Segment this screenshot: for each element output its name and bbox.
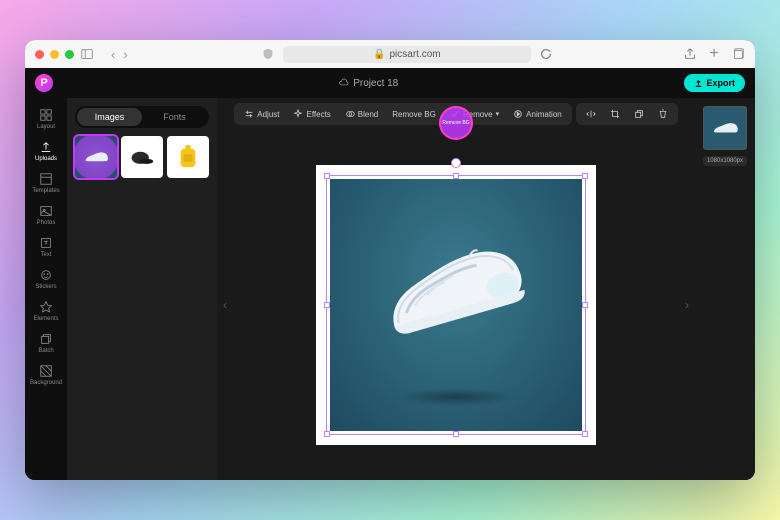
canvas-area: Adjust Effects Blend Remove BG Remove▾ A… <box>217 98 695 480</box>
handle-br[interactable] <box>582 431 588 437</box>
shoe-graphic <box>362 222 542 360</box>
rail-stickers[interactable]: Stickers <box>25 264 67 294</box>
effects-button[interactable]: Effects <box>287 106 336 122</box>
layer-thumbnail[interactable] <box>703 106 747 150</box>
handle-r[interactable] <box>582 302 588 308</box>
adjust-button[interactable]: Adjust <box>238 106 285 122</box>
blend-button[interactable]: Blend <box>339 106 384 122</box>
canvas-dimensions: 1080x1080px <box>703 156 747 166</box>
thumb-shoe[interactable] <box>75 136 117 178</box>
rail-uploads[interactable]: Uploads <box>25 136 67 166</box>
plus-icon[interactable]: + <box>707 47 721 61</box>
main-area: Layout Uploads Templates Photos Text Sti… <box>25 98 755 480</box>
rail-templates[interactable]: Templates <box>25 168 67 198</box>
tab-images[interactable]: Images <box>77 108 142 126</box>
handle-b[interactable] <box>453 431 459 437</box>
minimize-icon[interactable] <box>50 50 59 59</box>
prev-page-icon[interactable]: ‹ <box>223 298 227 312</box>
back-icon[interactable]: ‹ <box>108 47 118 62</box>
nav-arrows: ‹ › <box>108 47 131 62</box>
tabs-icon[interactable] <box>731 47 745 61</box>
url-bar[interactable]: 🔒 picsart.com <box>283 46 531 63</box>
forward-icon[interactable]: › <box>120 47 130 62</box>
layers-panel: 1080x1080px <box>695 98 755 480</box>
project-title[interactable]: Project 18 <box>339 78 398 89</box>
lock-icon: 🔒 <box>373 49 385 60</box>
rail-background[interactable]: Background <box>25 360 67 390</box>
uploads-panel: Images Fonts <box>67 98 217 480</box>
handle-bl[interactable] <box>324 431 330 437</box>
thumb-cap[interactable] <box>121 136 163 178</box>
app-header: P Project 18 Export <box>25 68 755 98</box>
rotate-handle[interactable] <box>451 158 461 168</box>
traffic-lights <box>35 50 74 59</box>
thumb-backpack[interactable] <box>167 136 209 178</box>
duplicate-button[interactable] <box>628 106 650 122</box>
canvas-image[interactable] <box>330 179 582 431</box>
artboard[interactable] <box>316 165 596 445</box>
left-rail: Layout Uploads Templates Photos Text Sti… <box>25 98 67 480</box>
flip-button[interactable] <box>580 106 602 122</box>
close-icon[interactable] <box>35 50 44 59</box>
export-icon <box>694 79 703 88</box>
panel-tabs: Images Fonts <box>75 106 209 128</box>
share-icon[interactable] <box>683 47 697 61</box>
tutorial-highlight: Remove BG <box>439 106 473 140</box>
rail-elements[interactable]: Elements <box>25 296 67 326</box>
removebg-button[interactable]: Remove BG <box>386 107 442 122</box>
picsart-logo[interactable]: P <box>35 74 53 92</box>
crop-button[interactable] <box>604 106 626 122</box>
shield-icon[interactable] <box>261 47 275 61</box>
handle-tr[interactable] <box>582 173 588 179</box>
browser-window: ‹ › 🔒 picsart.com + P Project 18 Export <box>25 40 755 480</box>
next-page-icon[interactable]: › <box>685 298 689 312</box>
sidebar-toggle-icon[interactable] <box>80 47 94 61</box>
maximize-icon[interactable] <box>65 50 74 59</box>
rail-layout[interactable]: Layout <box>25 104 67 134</box>
animation-button[interactable]: Animation <box>507 106 568 122</box>
context-toolbar: Adjust Effects Blend Remove BG Remove▾ A… <box>217 98 695 130</box>
delete-button[interactable] <box>652 106 674 122</box>
shoe-shadow <box>396 388 516 406</box>
rail-photos[interactable]: Photos <box>25 200 67 230</box>
canvas-viewport: ‹ › <box>217 130 695 480</box>
tab-fonts[interactable]: Fonts <box>142 108 207 126</box>
titlebar: ‹ › 🔒 picsart.com + <box>25 40 755 68</box>
upload-thumbnails <box>75 136 209 178</box>
export-button[interactable]: Export <box>684 74 745 92</box>
url-text: picsart.com <box>390 49 441 60</box>
rail-batch[interactable]: Batch <box>25 328 67 358</box>
cloud-icon <box>339 78 349 88</box>
rail-text[interactable]: Text <box>25 232 67 262</box>
refresh-icon[interactable] <box>539 47 553 61</box>
